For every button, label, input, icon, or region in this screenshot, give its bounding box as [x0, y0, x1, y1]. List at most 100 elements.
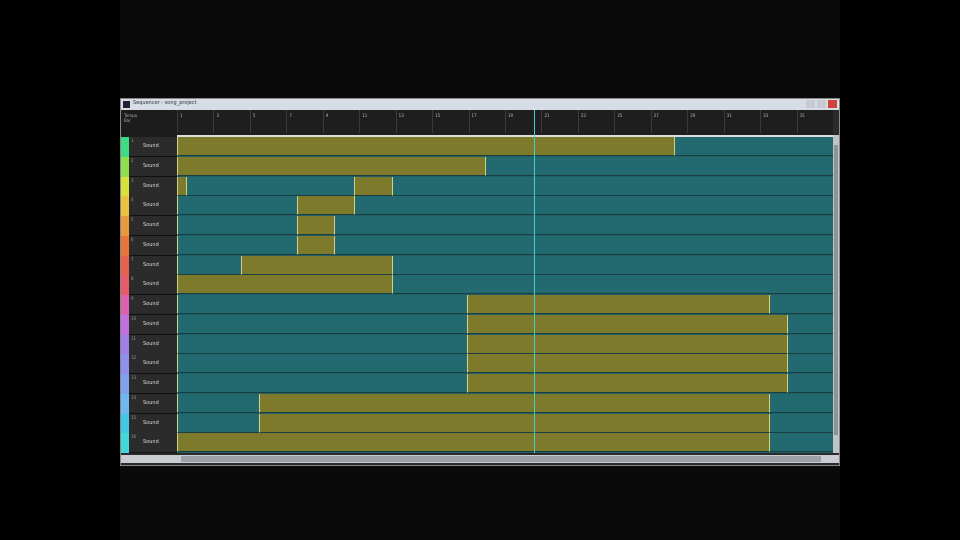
pattern-clip-teal[interactable]	[333, 235, 833, 255]
maximize-button[interactable]	[817, 100, 826, 108]
pattern-clip-teal[interactable]	[392, 255, 833, 275]
pattern-clip-teal[interactable]	[177, 235, 298, 255]
pattern-clip-teal[interactable]	[787, 374, 833, 393]
track-lane[interactable]	[177, 295, 833, 315]
track-header[interactable]: 12 Sound	[129, 354, 177, 375]
track-lane[interactable]	[177, 433, 833, 454]
vertical-scroll-thumb[interactable]	[834, 145, 838, 435]
track-lane[interactable]	[177, 255, 833, 276]
track-header[interactable]: 10 Sound	[129, 314, 177, 335]
track-color-strip[interactable]	[121, 216, 129, 236]
track-color-strip[interactable]	[121, 354, 129, 375]
pattern-clip-teal[interactable]	[353, 196, 833, 216]
track-header[interactable]: 9 Sound	[129, 295, 177, 315]
pattern-clip-teal[interactable]	[186, 176, 354, 196]
pattern-clip-teal[interactable]	[177, 196, 298, 216]
track-color-strip[interactable]	[121, 235, 129, 256]
pattern-clip-teal[interactable]	[787, 314, 833, 334]
pattern-clip-olive[interactable]	[177, 275, 393, 295]
track-color-strip[interactable]	[121, 413, 129, 434]
pattern-clip-olive[interactable]	[177, 137, 675, 156]
track-lane[interactable]	[177, 275, 833, 296]
track-color-strip[interactable]	[121, 433, 129, 454]
track-header[interactable]: 6 Sound	[129, 235, 177, 256]
pattern-clip-teal[interactable]	[177, 255, 241, 275]
pattern-clip-olive[interactable]	[466, 314, 788, 334]
track-header[interactable]: 4 Sound	[129, 196, 177, 217]
pattern-clip-olive[interactable]	[466, 295, 770, 314]
pattern-clip-teal[interactable]	[769, 393, 833, 413]
pattern-clip-teal[interactable]	[177, 295, 467, 314]
track-header[interactable]: 13 Sound	[129, 374, 177, 394]
track-color-strip[interactable]	[121, 275, 129, 296]
track-color-strip[interactable]	[121, 295, 129, 315]
pattern-clip-olive[interactable]	[353, 176, 393, 196]
track-lane[interactable]	[177, 374, 833, 394]
track-color-strip[interactable]	[121, 137, 129, 157]
track-lane[interactable]	[177, 354, 833, 375]
pattern-clip-olive[interactable]	[259, 393, 770, 413]
pattern-clip-olive[interactable]	[297, 216, 334, 235]
pattern-clip-teal[interactable]	[177, 354, 467, 374]
pattern-clip-teal[interactable]	[333, 216, 833, 235]
close-button[interactable]	[828, 100, 837, 108]
track-lane[interactable]	[177, 235, 833, 256]
track-header[interactable]: 8 Sound	[129, 275, 177, 296]
track-color-strip[interactable]	[121, 255, 129, 276]
track-color-strip[interactable]	[121, 176, 129, 197]
track-color-strip[interactable]	[121, 156, 129, 177]
track-color-strip[interactable]	[121, 196, 129, 217]
pattern-clip-olive[interactable]	[297, 235, 334, 255]
pattern-clip-teal[interactable]	[177, 314, 467, 334]
pattern-clip-olive[interactable]	[297, 196, 354, 216]
pattern-clip-teal[interactable]	[674, 137, 833, 156]
pattern-clip-olive[interactable]	[259, 413, 770, 433]
pattern-clip-olive[interactable]	[177, 156, 485, 176]
pattern-clip-olive[interactable]	[466, 374, 788, 393]
track-header[interactable]: 2 Sound	[129, 156, 177, 177]
pattern-clip-olive[interactable]	[240, 255, 392, 275]
pattern-clip-teal[interactable]	[177, 393, 259, 413]
track-header[interactable]: 11 Sound	[129, 334, 177, 355]
track-header[interactable]: 16 Sound	[129, 433, 177, 454]
pattern-clip-teal[interactable]	[769, 413, 833, 433]
track-header[interactable]: 14 Sound	[129, 393, 177, 414]
track-color-strip[interactable]	[121, 314, 129, 335]
vertical-scrollbar[interactable]	[833, 135, 839, 453]
track-color-strip[interactable]	[121, 334, 129, 355]
pattern-clip-teal[interactable]	[787, 354, 833, 374]
horizontal-scroll-thumb[interactable]	[181, 456, 821, 462]
track-lane[interactable]	[177, 137, 833, 157]
track-lane[interactable]	[177, 314, 833, 335]
playhead[interactable]	[534, 110, 536, 453]
timeline-ruler[interactable]: 1 3 5 7 9 11 13 15 17 19 21 23 25 27 29 31 33 35	[177, 110, 833, 137]
pattern-clip-teal[interactable]	[177, 216, 298, 235]
track-lane[interactable]	[177, 176, 833, 197]
pattern-clip-teal[interactable]	[177, 374, 467, 393]
pattern-clip-teal[interactable]	[484, 156, 833, 176]
track-lane[interactable]	[177, 334, 833, 355]
track-lane[interactable]	[177, 413, 833, 434]
pattern-clip-teal[interactable]	[769, 433, 833, 453]
track-header[interactable]: 15 Sound	[129, 413, 177, 434]
track-lane[interactable]	[177, 216, 833, 236]
track-header[interactable]: 1 Sound	[129, 137, 177, 157]
pattern-clip-olive[interactable]	[177, 176, 187, 196]
track-header[interactable]: 3 Sound	[129, 176, 177, 197]
minimize-button[interactable]	[806, 100, 815, 108]
track-color-strip[interactable]	[121, 374, 129, 394]
track-lane[interactable]	[177, 196, 833, 217]
pattern-clip-olive[interactable]	[466, 334, 788, 354]
pattern-clip-teal[interactable]	[787, 334, 833, 354]
pattern-clip-olive[interactable]	[466, 354, 788, 374]
track-lane[interactable]	[177, 393, 833, 414]
pattern-clip-teal[interactable]	[177, 413, 259, 433]
pattern-clip-teal[interactable]	[392, 275, 833, 295]
track-color-strip[interactable]	[121, 393, 129, 414]
pattern-clip-teal[interactable]	[392, 176, 833, 196]
track-header[interactable]: 5 Sound	[129, 216, 177, 236]
track-header[interactable]: 7 Sound	[129, 255, 177, 276]
pattern-clip-olive[interactable]	[177, 433, 770, 453]
track-lane[interactable]	[177, 156, 833, 177]
horizontal-scrollbar[interactable]	[121, 455, 839, 463]
